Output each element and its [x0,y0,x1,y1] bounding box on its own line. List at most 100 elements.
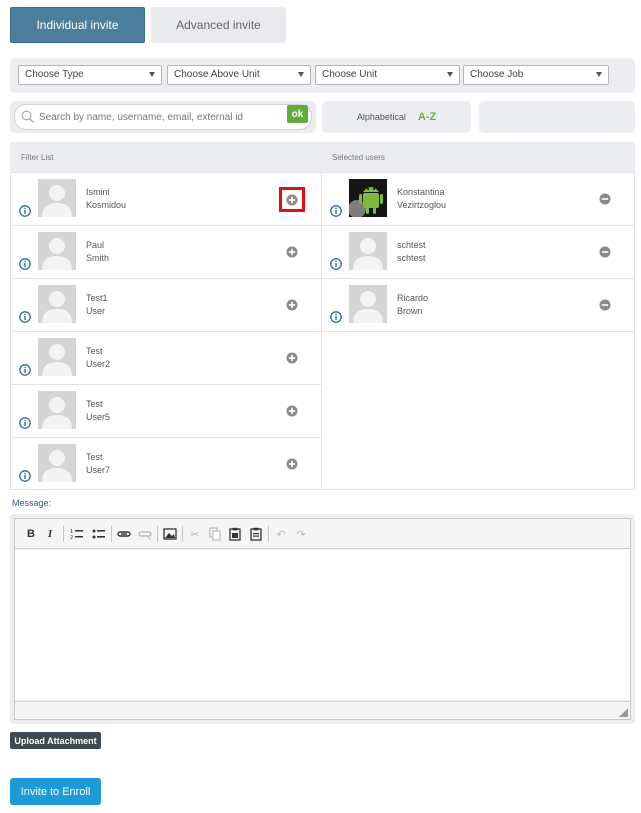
user-name: schtest schtest [397,239,426,265]
info-icon[interactable] [19,417,31,429]
info-icon[interactable] [19,258,31,270]
toolbar-divider [157,526,158,542]
info-icon[interactable] [19,470,31,482]
remove-user-icon[interactable] [599,193,611,205]
choose-above-unit-select[interactable]: Choose Above Unit [167,65,311,85]
user-name: Test User5 [86,398,110,424]
info-icon[interactable] [19,311,31,323]
list-item: Ricardo Brown [322,279,634,332]
italic-icon[interactable]: I [43,527,57,541]
search-box [14,104,312,130]
info-icon[interactable] [330,205,342,217]
image-icon[interactable] [163,527,177,541]
toolbar-divider [268,526,269,542]
add-user-icon[interactable] [286,299,298,311]
choose-job-value: Choose Job [470,69,524,80]
copy-icon[interactable] [208,527,222,541]
cut-icon[interactable]: ✂ [188,527,202,541]
list-item: Paul Smith [11,226,321,279]
filter-list: Ismini Kosmidou Paul Smith Test1 User Test U… [10,172,322,490]
add-user-icon[interactable] [286,194,298,206]
user-last-name: User5 [86,412,111,422]
list-item: schtest schtest [322,226,634,279]
user-last-name: schtest [397,253,426,263]
choose-unit-select[interactable]: Choose Unit [315,65,460,85]
link-icon[interactable] [117,527,131,541]
user-last-name: Smith [86,253,110,263]
user-first-name: Test [86,452,103,462]
remove-user-icon[interactable] [599,299,611,311]
filter-list-title: Filter List [21,153,54,162]
user-name: Paul Smith [86,239,109,265]
list-item: Test User2 [11,332,321,385]
avatar [38,179,76,217]
filter-bar: Choose Type Choose Above Unit Choose Uni… [10,58,635,93]
info-icon[interactable] [19,205,31,217]
user-silhouette-icon [38,179,76,217]
editor-statusbar [15,701,630,719]
chevron-down-icon [596,72,602,77]
info-icon[interactable] [330,311,342,323]
user-first-name: Test [86,346,103,356]
upload-attachment-button[interactable]: Upload Attachment [10,732,101,749]
undo-icon[interactable]: ↶ [274,527,288,541]
info-icon[interactable] [19,364,31,376]
user-first-name: Test1 [86,293,108,303]
list-item: Konstantina Vezirtzoglou [322,173,634,226]
selected-users-header: Selected users [321,142,635,172]
selected-users-list: Konstantina Vezirtzoglou schtest schtest R… [321,172,635,490]
user-silhouette-icon [38,444,76,482]
choose-unit-value: Choose Unit [322,69,378,80]
remove-user-icon[interactable] [599,246,611,258]
selected-users-title: Selected users [332,153,385,162]
alphabetical-sort-button[interactable]: Alphabetical A-Z [322,101,471,133]
redo-icon[interactable]: ↷ [294,527,308,541]
tab-advanced-invite[interactable]: Advanced invite [151,7,286,43]
bulleted-list-icon[interactable] [92,527,106,541]
numbered-list-icon[interactable]: 12 [70,527,84,541]
list-item: Test1 User [11,279,321,332]
info-icon[interactable] [330,258,342,270]
paste-icon[interactable] [228,527,242,541]
user-last-name: Vezirtzoglou [397,200,447,210]
toolbar-divider [111,526,112,542]
tab-individual-invite[interactable]: Individual invite [10,7,145,43]
avatar [349,232,387,270]
editor-frame: B I 12 ✂ ↶ ↷ [14,518,631,720]
user-last-name: User [86,306,106,316]
list-item: Test User7 [11,438,321,491]
unlink-icon[interactable] [138,527,152,541]
choose-job-select[interactable]: Choose Job [463,65,609,85]
list-item: Ismini Kosmidou [11,173,321,226]
sort-label: Alphabetical [356,112,406,122]
add-user-icon[interactable] [286,246,298,258]
user-first-name: Konstantina [397,187,445,197]
user-name: Test User7 [86,451,110,477]
chevron-down-icon [447,72,453,77]
editor-toolbar: B I 12 ✂ ↶ ↷ [15,519,630,549]
avatar [349,179,387,217]
add-user-icon[interactable] [286,352,298,364]
toolbar-divider [182,526,183,542]
user-first-name: Ismini [86,187,110,197]
choose-type-select[interactable]: Choose Type [18,65,162,85]
chevron-down-icon [149,72,155,77]
bold-icon[interactable]: B [24,527,38,541]
sort-az-indicator: A-Z [417,111,437,123]
avatar [38,391,76,429]
blank-panel [479,101,635,133]
user-silhouette-icon [349,232,387,270]
search-input[interactable] [37,108,277,126]
invite-to-enroll-button[interactable]: Invite to Enroll [10,778,101,805]
message-textarea[interactable] [15,550,630,700]
search-ok-button[interactable]: ok [287,105,308,123]
user-first-name: Ricardo [397,293,429,303]
message-label: Message: [12,498,52,508]
user-silhouette-icon [38,285,76,323]
add-user-icon[interactable] [286,405,298,417]
user-silhouette-icon [349,285,387,323]
user-name: Ricardo Brown [397,292,428,318]
resize-handle-icon[interactable] [619,708,628,717]
add-user-icon[interactable] [286,458,298,470]
paste-text-icon[interactable] [249,527,263,541]
